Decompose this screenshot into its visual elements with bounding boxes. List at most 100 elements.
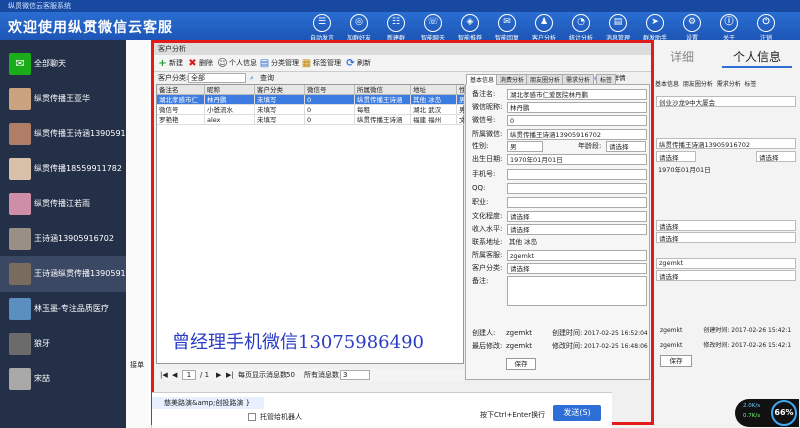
last-page-icon[interactable]: ▶|: [226, 369, 234, 381]
field-value[interactable]: 请选择: [507, 224, 647, 235]
search-button[interactable]: 查询: [260, 72, 274, 84]
field-value[interactable]: 0: [507, 115, 647, 126]
sidebar-chat-item[interactable]: 狼牙: [0, 326, 126, 362]
sidebar-chat-item[interactable]: 纵贯传播王亚华: [0, 81, 126, 117]
toolbar-settings-button[interactable]: ⚙ 设置: [674, 12, 710, 42]
toolbar-logout-button[interactable]: ⏻ 注销: [748, 12, 784, 42]
delete-label: 删除: [199, 59, 213, 67]
send-button[interactable]: 发送(S): [553, 405, 601, 421]
right-select-income[interactable]: 请选择: [656, 232, 796, 243]
subtab-basic[interactable]: 基本信息: [655, 81, 679, 88]
field-value[interactable]: zgemkt: [507, 250, 647, 261]
field-value[interactable]: 请选择: [507, 263, 647, 274]
prev-page-icon[interactable]: ◀: [172, 369, 177, 381]
subtab-tags[interactable]: 标签: [745, 81, 757, 88]
field-value[interactable]: 男: [507, 141, 543, 152]
table-cell: 微信号: [157, 105, 205, 115]
column-header[interactable]: 昵称: [205, 85, 255, 95]
field-value[interactable]: [507, 197, 647, 208]
next-page-icon[interactable]: ▶: [216, 369, 221, 381]
group-tab[interactable]: 慈美路演&amp;创投路演 }: [152, 397, 264, 409]
column-header[interactable]: 地址: [411, 85, 457, 95]
field-value[interactable]: 1970年01月01日: [507, 154, 647, 165]
field-value[interactable]: 湖北孝感市仁爱医院林丹鹏: [507, 89, 647, 100]
toolbar-customer-analysis-button[interactable]: ♟ 客户分析: [526, 12, 562, 42]
detail-tab[interactable]: 需求分析: [562, 74, 595, 85]
column-header[interactable]: 性: [457, 85, 465, 95]
field-value[interactable]: 林丹鹏: [507, 102, 647, 113]
sidebar-chat-item[interactable]: 纵贯传播18559911782: [0, 151, 126, 187]
toolbar-about-button[interactable]: ⓘ 关于: [711, 12, 747, 42]
field-value[interactable]: [507, 183, 647, 194]
toolbar-mass-send-button[interactable]: ➤ 群发助手: [637, 12, 673, 42]
category-manage-button[interactable]: ▤ 分类管理: [258, 57, 299, 70]
chat-name: 纵贯传播江若雨: [34, 199, 90, 208]
tab-detail[interactable]: 详细: [652, 46, 712, 68]
plus-icon: +: [158, 58, 167, 69]
toolbar-auto-speak-button[interactable]: ☰ 自动发言: [304, 12, 340, 42]
field-value[interactable]: [507, 169, 647, 180]
toolbar-smart-reply-button[interactable]: ✉ 智能回复: [489, 12, 525, 42]
creator-label: 创建人:: [472, 329, 496, 337]
right-modifier: zgemkt: [660, 342, 683, 349]
sidebar-chat-item[interactable]: 王诗涵纵贯传播13905916: [0, 256, 131, 292]
detail-tab[interactable]: 标签: [596, 74, 617, 85]
right-select-edu[interactable]: 请选择: [656, 220, 796, 231]
column-header[interactable]: 客户分类: [255, 85, 305, 95]
toolbar-smart-chat-button[interactable]: ☏ 智能聊天: [415, 12, 451, 42]
right-select-class[interactable]: 请选择: [656, 270, 796, 281]
personal-info-label: 个人信息: [229, 59, 257, 67]
new-button[interactable]: + 新建: [156, 57, 183, 70]
field-value[interactable]: 纵贯传播王诗涵13905916702: [507, 129, 647, 140]
delete-icon: ✖: [188, 58, 197, 69]
toolbar-smart-recommend-button[interactable]: ◈ 智能推荐: [452, 12, 488, 42]
subtab-needs[interactable]: 需求分析: [717, 81, 741, 88]
right-save-button[interactable]: 保存: [660, 355, 692, 367]
tab-personal-info[interactable]: 个人信息: [722, 46, 792, 68]
dialog-save-button[interactable]: 保存: [506, 358, 536, 370]
detail-tab[interactable]: 基本信息: [466, 74, 499, 85]
right-owner[interactable]: zgemkt: [656, 258, 796, 269]
sidebar-chat-item[interactable]: 宋喆: [0, 361, 126, 397]
subtab-moments[interactable]: 朋友圈分析: [683, 81, 713, 88]
sidebar-chat-item[interactable]: 王诗涵13905916702: [0, 221, 126, 257]
toolbar-statistics-button[interactable]: ◔ 统计分析: [563, 12, 599, 42]
right-address[interactable]: 创业沙龙9中大厦会: [656, 96, 796, 107]
column-header[interactable]: 备注名: [157, 85, 205, 95]
column-header[interactable]: 微信号: [305, 85, 355, 95]
sidebar-chat-item[interactable]: 纵贯传播江若雨: [0, 186, 126, 222]
category-select[interactable]: 全部: [188, 73, 246, 83]
table-cell: 文: [457, 115, 465, 125]
chat-name: 王诗涵纵贯传播13905916: [34, 269, 131, 278]
detail-tab[interactable]: 朋友圈分析: [526, 74, 565, 85]
right-select-age[interactable]: 请选择: [756, 151, 796, 162]
detail-tab[interactable]: 消费分析: [496, 74, 529, 85]
right-birthday[interactable]: 1970年01月01日: [656, 164, 796, 175]
field-label: QQ:: [472, 184, 486, 192]
right-select[interactable]: 请选择: [656, 151, 696, 162]
robot-label: 托管给机器人: [260, 413, 302, 421]
delete-button[interactable]: ✖ 删除: [186, 57, 213, 70]
first-page-icon[interactable]: |◀: [160, 369, 168, 381]
field-value[interactable]: [507, 276, 647, 306]
sidebar-chat-item[interactable]: ✉ 全部聊天: [0, 46, 126, 82]
search-icon[interactable]: ⌕: [250, 72, 254, 84]
refresh-button[interactable]: ⟳ 刷新: [344, 57, 371, 70]
toolbar-message-button[interactable]: ▤ 消息管理: [600, 12, 636, 42]
robot-checkbox[interactable]: [248, 413, 256, 421]
personal-info-button[interactable]: ☺ 个人信息: [216, 57, 257, 70]
page-size[interactable]: 50: [286, 369, 295, 381]
field-value[interactable]: 请选择: [507, 211, 647, 222]
page-input[interactable]: 1: [182, 370, 196, 380]
toolbar-new-group-button[interactable]: ☷ 新建群: [378, 12, 414, 42]
toolbar-add-friend-button[interactable]: ◎ 加群好友: [341, 12, 377, 42]
sidebar-chat-item[interactable]: 纵贯传播王诗涵13905916: [0, 116, 131, 152]
sidebar-chat-item[interactable]: 林玉墨-专注品质医疗: [0, 291, 126, 327]
smart-recommend-icon: ◈: [461, 14, 479, 32]
age-select[interactable]: 请选择: [606, 141, 646, 152]
tag-manage-button[interactable]: ▦ 标签管理: [300, 57, 341, 70]
dialog-toolbar: + 新建 ✖ 删除 ☺ 个人信息 ▤ 分类管理 ▦ 标签管理 ⟳ 刷新: [154, 55, 651, 72]
right-wechat[interactable]: 纵贯传播王诗涵13905916702: [656, 138, 796, 149]
column-header[interactable]: 所属微信: [355, 85, 411, 95]
field-value[interactable]: 其他 冰岛: [507, 237, 647, 248]
